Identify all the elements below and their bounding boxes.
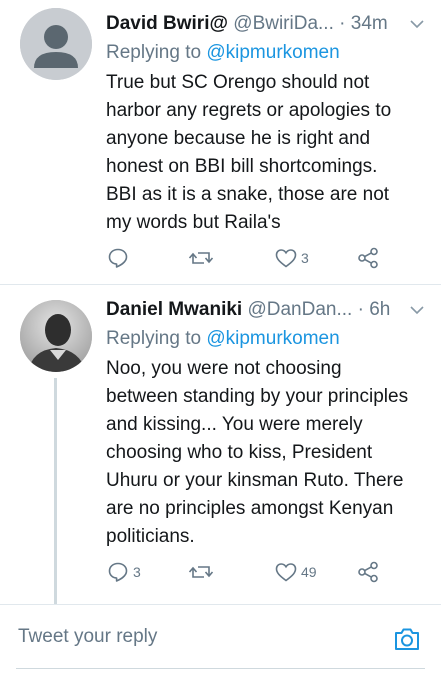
like-count: 3 — [301, 250, 309, 266]
tweet-text-line: True but SC Orengo should not — [106, 72, 370, 93]
chevron-down-icon[interactable] — [409, 17, 425, 31]
author-handle[interactable]: @BwiriDa... — [233, 13, 334, 34]
chevron-down-icon[interactable] — [409, 303, 425, 317]
tweet-text-line: my words but Raila's — [106, 212, 281, 233]
replying-to-label: Replying to — [106, 328, 202, 349]
reply-count: 3 — [133, 564, 141, 580]
like-button[interactable]: 3 — [274, 245, 309, 271]
tweet[interactable]: Daniel Mwaniki @DanDan... · 6h Replying … — [0, 284, 441, 604]
profile-photo — [20, 300, 92, 372]
tweet-content: Daniel Mwaniki @DanDan... · 6h Replying … — [106, 295, 429, 551]
like-count: 49 — [301, 564, 317, 580]
mention-link[interactable]: @kipmurkomen — [206, 328, 339, 349]
tweet-header: Daniel Mwaniki @DanDan... · 6h — [106, 295, 429, 325]
tweet-text-line: choosing who to kiss, President — [106, 442, 373, 463]
share-button[interactable] — [356, 559, 380, 585]
avatar[interactable] — [20, 8, 92, 80]
tweet-content: David Bwiri@ @BwiriDa... · 34m Replying … — [106, 9, 429, 237]
default-avatar-icon — [20, 8, 92, 80]
share-button[interactable] — [356, 245, 380, 271]
tweet-text-line: honest on BBI bill shortcomings. — [106, 156, 378, 177]
share-icon — [358, 561, 378, 583]
reply-button[interactable] — [106, 245, 133, 271]
share-icon — [358, 247, 378, 269]
tweet-text-line: politicians. — [106, 526, 195, 547]
like-button[interactable]: 49 — [274, 559, 317, 585]
tweet-text-line: and kissing... You were merely — [106, 414, 363, 435]
reply-input[interactable]: Tweet your reply — [18, 626, 157, 648]
reply-button[interactable]: 3 — [106, 559, 141, 585]
retweet-button[interactable] — [188, 559, 217, 585]
reply-icon — [108, 562, 128, 582]
replying-to-label: Replying to — [106, 42, 202, 63]
tweet[interactable]: David Bwiri@ @BwiriDa... · 34m Replying … — [0, 0, 441, 284]
retweet-icon — [188, 566, 214, 578]
retweet-icon — [188, 252, 214, 264]
tweet-text-line: between standing by your principles — [106, 386, 409, 407]
tweet-text: True but SC Orengo should not harbor any… — [106, 69, 429, 237]
tweet-text-line: harbor any regrets or apologies to — [106, 100, 392, 121]
mention-link[interactable]: @kipmurkomen — [206, 42, 339, 63]
tweet-time: · 34m — [339, 13, 388, 34]
heart-icon — [275, 249, 297, 268]
tweet-text-line: anyone because he is right and — [106, 128, 371, 149]
tweet-text-line: BBI as it is a snake, those are not — [106, 184, 390, 205]
author-name[interactable]: Daniel Mwaniki — [106, 299, 242, 320]
heart-icon — [275, 563, 297, 582]
tweet-actions: 3 — [106, 245, 426, 271]
retweet-button[interactable] — [188, 245, 217, 271]
author-name[interactable]: David Bwiri@ — [106, 13, 228, 34]
thread-line — [54, 378, 57, 604]
camera-icon[interactable] — [393, 626, 421, 652]
tweet-text-line: Uhuru or your kinsman Ruto. There — [106, 470, 404, 491]
reply-bar: Tweet your reply — [0, 604, 441, 676]
tweet-time: · 6h — [357, 299, 391, 320]
tweet-actions: 3 49 — [106, 559, 426, 585]
replying-to: Replying to @kipmurkomen — [106, 325, 429, 353]
author-handle[interactable]: @DanDan... — [247, 299, 352, 320]
tweet-header: David Bwiri@ @BwiriDa... · 34m — [106, 9, 429, 39]
avatar[interactable] — [20, 300, 92, 372]
tweet-text-line: Noo, you were not choosing — [106, 358, 342, 379]
tweet-text: Noo, you were not choosing between stand… — [106, 355, 429, 551]
tweet-text-line: are no principles amongst Kenyan — [106, 498, 394, 519]
replying-to: Replying to @kipmurkomen — [106, 39, 429, 67]
reply-icon — [108, 248, 128, 268]
reply-underline — [16, 668, 425, 669]
